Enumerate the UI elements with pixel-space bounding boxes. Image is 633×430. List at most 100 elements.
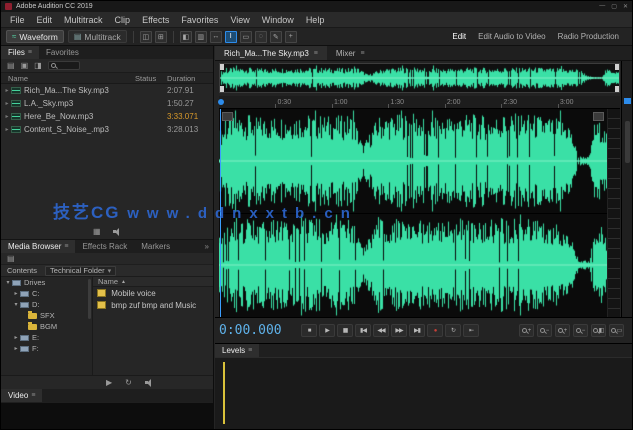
column-status[interactable]: Status [135, 74, 167, 83]
menu-clip[interactable]: Clip [109, 15, 137, 25]
media-list-header[interactable]: Name ▲ [93, 277, 213, 287]
fast-forward-button[interactable]: ▶▶ [391, 324, 407, 337]
folder-up-icon[interactable]: ▤ [7, 254, 15, 263]
scroll-thumb[interactable] [625, 121, 630, 163]
tree-twirl-icon[interactable]: ▾ [12, 301, 20, 308]
loop-playback-button[interactable]: ↻ [445, 324, 461, 337]
maximize-button[interactable]: ▢ [611, 3, 617, 10]
record-button[interactable]: ● [427, 324, 443, 337]
tree-twirl-icon[interactable]: ▸ [12, 345, 20, 352]
menu-multitrack[interactable]: Multitrack [58, 15, 109, 25]
tree-item-f[interactable]: ▸F: [1, 343, 92, 354]
hud-icon[interactable] [222, 112, 233, 121]
folder-dropdown[interactable]: Technical Folder ▾ [45, 266, 116, 276]
panel-menu-icon[interactable]: ≡ [360, 50, 364, 57]
timeline-ruler[interactable]: 0:301:001:302:002:303:00 [219, 96, 620, 109]
vertical-scrollbar[interactable] [621, 61, 632, 317]
tab-levels[interactable]: Levels ≡ [215, 344, 259, 357]
loop-preview-icon[interactable]: ↻ [125, 378, 132, 387]
layout-split-icon[interactable]: ⊞ [155, 31, 167, 43]
file-list-item[interactable]: ▸L.A._Sky.mp31:50.27 [1, 97, 213, 110]
panel-menu-icon[interactable]: ≡ [64, 243, 68, 250]
tree-twirl-icon[interactable]: ▸ [12, 290, 20, 297]
move-tool[interactable]: ◧ [180, 31, 192, 43]
tree-item-d[interactable]: ▾D: [1, 299, 92, 310]
overview-right-handle[interactable] [615, 86, 619, 92]
new-content-icon[interactable]: ▣ [21, 61, 29, 70]
waveform-display[interactable] [219, 109, 620, 317]
overview-waveform-canvas[interactable] [220, 64, 619, 92]
menu-file[interactable]: File [4, 15, 31, 25]
tree-scrollbar[interactable] [88, 279, 91, 319]
files-search-input[interactable] [48, 61, 80, 70]
tab-mixer[interactable]: Mixer ≡ [327, 46, 374, 60]
hud-icon[interactable] [593, 112, 604, 121]
time-selection-tool[interactable]: I [225, 31, 237, 43]
lasso-selection-tool[interactable]: ◌ [255, 31, 267, 43]
column-name[interactable]: Name [1, 74, 135, 83]
media-list-item[interactable]: Mobile voice [93, 287, 213, 299]
tree-item-drives[interactable]: ▾Drives [1, 277, 92, 288]
workspace-radio-production[interactable]: Radio Production [558, 32, 619, 41]
media-list-item[interactable]: bmp zuf bmp and Music [93, 299, 213, 311]
skip-to-start-button[interactable]: ▮◀ [355, 324, 371, 337]
scroll-marker[interactable] [624, 98, 631, 104]
menu-favorites[interactable]: Favorites [175, 15, 224, 25]
waveform-view-button[interactable]: ≈ Waveform [6, 30, 64, 43]
pause-button[interactable]: ▮▮ [337, 324, 353, 337]
speaker-icon[interactable] [145, 379, 154, 387]
zoom-out-button[interactable]: − [537, 324, 552, 337]
file-list-item[interactable]: ▸Here_Be_Now.mp33:33.071 [1, 110, 213, 123]
zoom-full-button[interactable]: ▭ [609, 324, 624, 337]
tab-files[interactable]: Files ≡ [1, 46, 39, 59]
tab-overflow-icon[interactable]: » [201, 240, 213, 253]
waveform-overview[interactable] [219, 63, 620, 93]
playhead-line[interactable] [220, 109, 221, 317]
marquee-selection-tool[interactable]: ▭ [240, 31, 252, 43]
zoom-to-selection-button[interactable]: ◧ [591, 324, 606, 337]
panel-menu-icon[interactable]: ≡ [31, 392, 35, 399]
workspace-edit[interactable]: Edit [452, 32, 466, 41]
file-list-item[interactable]: ▸Content_S_Noise_.mp33:28.013 [1, 123, 213, 136]
menu-window[interactable]: Window [256, 15, 300, 25]
workspace-edit-audio-to-video[interactable]: Edit Audio to Video [478, 32, 545, 41]
menu-effects[interactable]: Effects [136, 15, 175, 25]
panel-menu-icon[interactable]: ≡ [28, 49, 32, 56]
time-display[interactable]: 0:00.000 [219, 323, 301, 338]
overview-left-handle[interactable] [220, 86, 224, 92]
zoom-out-time-button[interactable]: − [573, 324, 588, 337]
close-button[interactable]: ✕ [623, 3, 628, 10]
twirl-icon[interactable]: ▸ [3, 87, 11, 94]
panel-menu-icon[interactable]: ≡ [314, 50, 318, 57]
layout-single-icon[interactable]: ◫ [140, 31, 152, 43]
preview-play-icon[interactable]: ▶ [106, 378, 112, 387]
minimize-button[interactable]: — [599, 3, 605, 10]
paintbrush-selection-tool[interactable]: ✎ [270, 31, 282, 43]
twirl-icon[interactable]: ▸ [3, 126, 11, 133]
grid-view-icon[interactable]: ▦ [93, 227, 101, 236]
multitrack-view-button[interactable]: ▤ Multitrack [68, 30, 127, 43]
overview-right-handle[interactable] [615, 64, 619, 70]
razor-tool[interactable]: ▥ [195, 31, 207, 43]
playhead-marker[interactable] [218, 99, 224, 105]
column-duration[interactable]: Duration [167, 74, 213, 83]
speaker-icon[interactable] [113, 228, 122, 236]
slip-tool[interactable]: ↔ [210, 31, 222, 43]
menu-edit[interactable]: Edit [31, 15, 59, 25]
menu-view[interactable]: View [224, 15, 255, 25]
tree-item-e[interactable]: ▸E: [1, 332, 92, 343]
overview-left-handle[interactable] [220, 64, 224, 70]
tree-twirl-icon[interactable]: ▾ [4, 279, 12, 286]
tab-markers[interactable]: Markers [134, 240, 177, 253]
tree-item-bgm[interactable]: BGM [1, 321, 92, 332]
tree-item-c[interactable]: ▸C: [1, 288, 92, 299]
import-file-icon[interactable]: ▤ [7, 61, 15, 70]
tab-favorites[interactable]: Favorites [39, 46, 86, 59]
play-button[interactable]: ▶ [319, 324, 335, 337]
spot-healing-tool[interactable]: + [285, 31, 297, 43]
skip-selection-button[interactable]: ⇤ [463, 324, 479, 337]
zoom-in-time-button[interactable]: + [555, 324, 570, 337]
tree-twirl-icon[interactable]: ▸ [12, 334, 20, 341]
tab-effects-rack[interactable]: Effects Rack [75, 240, 134, 253]
skip-to-end-button[interactable]: ▶▮ [409, 324, 425, 337]
